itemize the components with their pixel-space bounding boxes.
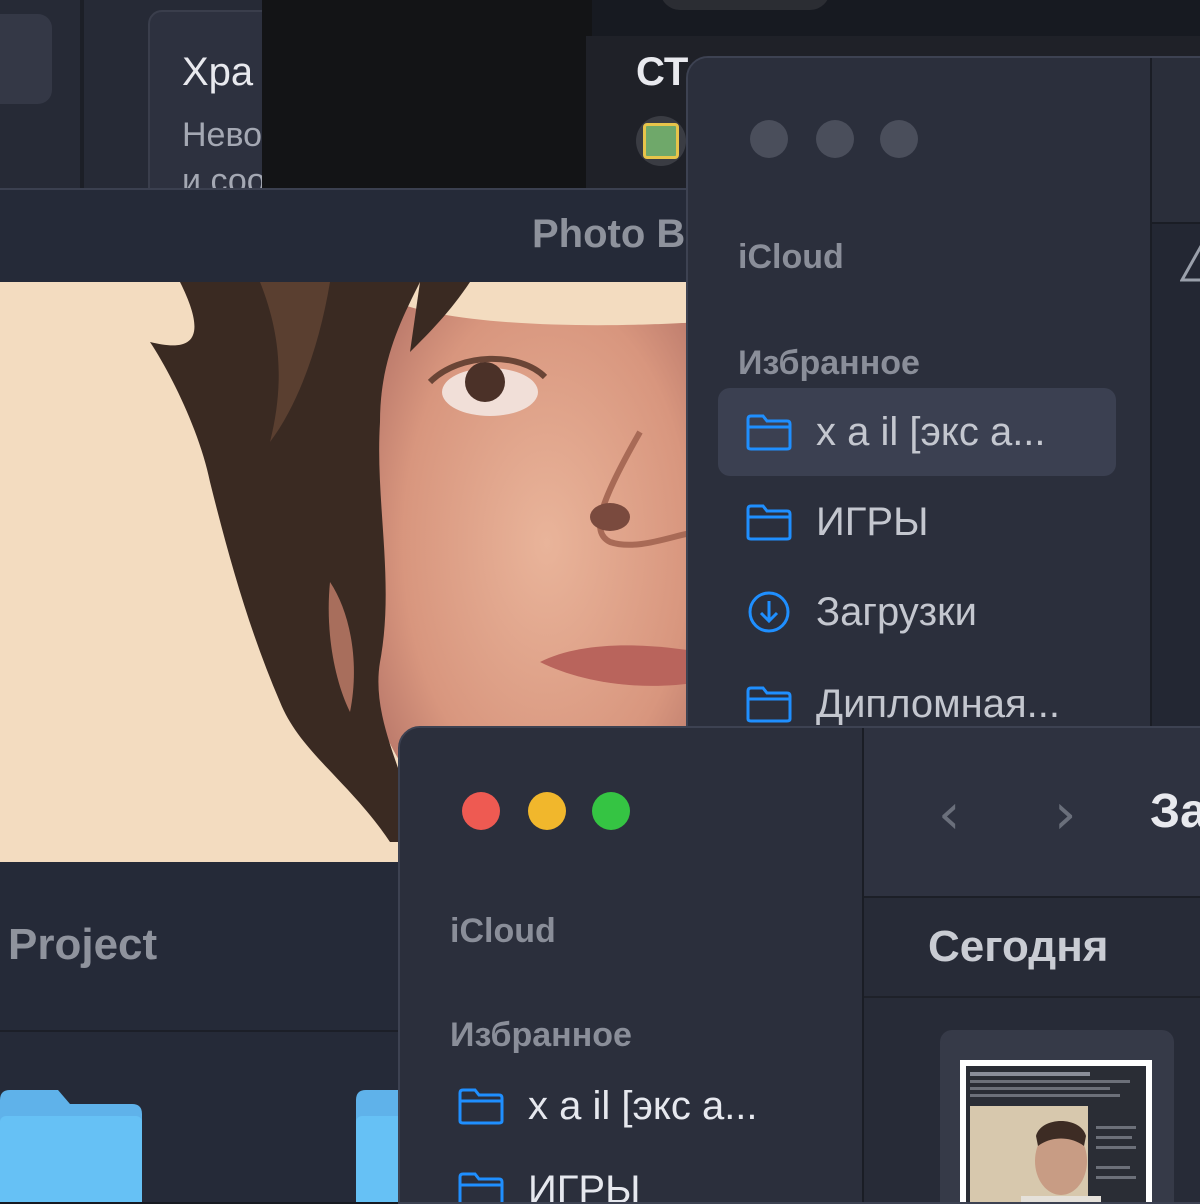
sidebar-item-games[interactable]: ИГРЫ [430, 1146, 828, 1204]
sidebar-item-games[interactable]: ИГРЫ [718, 478, 1116, 566]
folder-icon [456, 1168, 506, 1204]
group-header-today: Сегодня [928, 922, 1108, 972]
folder-icon [456, 1084, 506, 1128]
sidebar-item-xail[interactable]: x a il [экс а... [430, 1062, 828, 1150]
sidebar-item-label: Загрузки [816, 590, 977, 635]
folder-icon [744, 682, 794, 726]
zoom-button[interactable] [880, 120, 918, 158]
sidebar-item-downloads[interactable]: Загрузки [718, 568, 1116, 656]
zoom-button[interactable] [592, 792, 630, 830]
sidebar-item-label: Дипломная... [816, 682, 1060, 727]
download-icon [744, 590, 794, 634]
finder-content [1150, 58, 1200, 748]
emblem-avatar [636, 116, 686, 166]
icloud-section-label: iCloud [738, 238, 844, 277]
sidebar-item-xail[interactable]: x a il [экс а... [718, 388, 1116, 476]
file-item[interactable] [940, 1030, 1174, 1204]
screenshot-thumbnail [966, 1066, 1146, 1204]
close-button[interactable] [750, 120, 788, 158]
icloud-section-label: iCloud [450, 912, 556, 951]
background-pill [660, 0, 830, 10]
window-title: За [1150, 784, 1200, 839]
background-card-title: Хра [182, 50, 253, 95]
back-button[interactable]: ‹ [938, 782, 960, 847]
finder-window-front: iCloud Избранное x a il [экс а... ИГРЫ ‹… [398, 726, 1200, 1204]
finder-sidebar: iCloud Избранное x a il [экс а... ИГРЫ [400, 728, 862, 1202]
warning-icon [1180, 244, 1200, 284]
finder-content: ‹ › За Сегодня [862, 728, 1200, 1202]
minimize-button[interactable] [528, 792, 566, 830]
background-right-header: СТ [636, 50, 688, 95]
project-label: Project [8, 920, 157, 970]
background-card-line1: Нево [182, 116, 262, 155]
close-button[interactable] [462, 792, 500, 830]
folder-icon[interactable] [0, 1090, 142, 1202]
favorites-section-label: Избранное [738, 344, 920, 383]
minimize-button[interactable] [816, 120, 854, 158]
finder-sidebar: iCloud Избранное x a il [экс а... ИГРЫ З… [688, 58, 1150, 748]
sidebar-item-label: x a il [экс а... [816, 410, 1046, 455]
background-divider [80, 0, 84, 190]
photo-window-title: Photo B [532, 212, 685, 257]
file-thumbnail [960, 1060, 1152, 1204]
sidebar-item-label: x a il [экс а... [528, 1084, 758, 1129]
finder-window-back: iCloud Избранное x a il [экс а... ИГРЫ З… [686, 56, 1200, 750]
finder-toolbar [1152, 58, 1200, 224]
favorites-section-label: Избранное [450, 1016, 632, 1055]
forward-button[interactable]: › [1054, 782, 1076, 847]
background-button [0, 14, 52, 104]
finder-toolbar: ‹ › За [864, 728, 1200, 898]
background-dark-panel [262, 0, 592, 190]
group-divider [864, 996, 1200, 998]
sidebar-item-label: ИГРЫ [528, 1168, 641, 1204]
sidebar-item-label: ИГРЫ [816, 500, 929, 545]
folder-icon [744, 410, 794, 454]
folder-icon [744, 500, 794, 544]
